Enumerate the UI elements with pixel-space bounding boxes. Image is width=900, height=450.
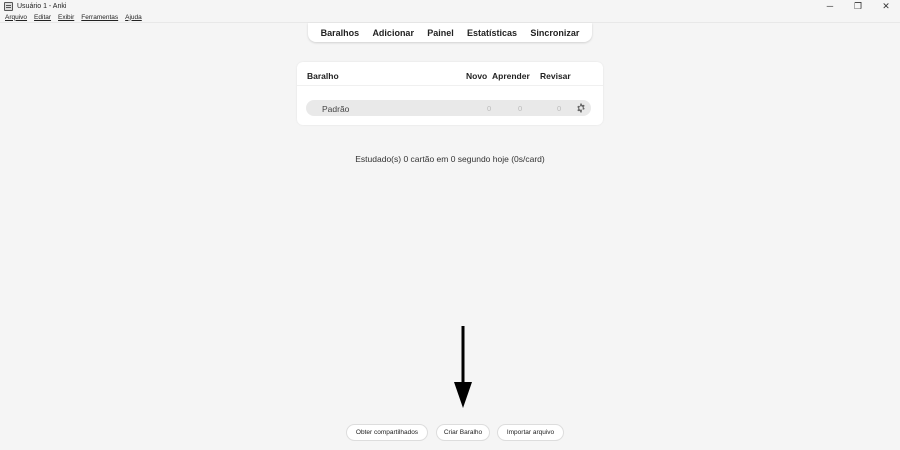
toolbar-add[interactable]: Adicionar [372, 28, 414, 38]
menu-ajuda[interactable]: Ajuda [125, 14, 142, 21]
get-shared-button[interactable]: Obter compartilhados [346, 424, 428, 441]
deck-list-header: Baralho Novo Aprender Revisar [297, 62, 603, 86]
menu-editar[interactable]: Editar [34, 14, 51, 21]
minimize-button[interactable]: ─ [816, 0, 844, 12]
menu-exibir[interactable]: Exibir [58, 14, 74, 21]
header-review: Revisar [540, 71, 571, 81]
menu-ferramentas[interactable]: Ferramentas [81, 14, 118, 21]
toolbar-sync[interactable]: Sincronizar [530, 28, 579, 38]
deck-learn-count: 0 [518, 104, 523, 113]
deck-name-link[interactable]: Padrão [322, 104, 349, 114]
gear-icon-glyph [577, 103, 585, 113]
header-learn: Aprender [492, 71, 530, 81]
menu-arquivo[interactable]: Arquivo [5, 14, 27, 21]
import-file-button[interactable]: Importar arquivo [497, 424, 564, 441]
menu-bar: Arquivo Editar Exibir Ferramentas Ajuda [0, 12, 900, 23]
study-stats-text: Estudado(s) 0 cartão em 0 segundo hoje (… [355, 154, 545, 164]
toolbar-decks[interactable]: Baralhos [321, 28, 360, 38]
maximize-button[interactable]: ❐ [844, 0, 872, 12]
deck-row[interactable]: Padrão 0 0 0 [306, 100, 591, 116]
deck-new-count: 0 [487, 104, 492, 113]
toolbar-browse[interactable]: Painel [427, 28, 454, 38]
toolbar-stats[interactable]: Estatísticas [467, 28, 517, 38]
header-deck: Baralho [307, 71, 339, 81]
gear-icon[interactable] [575, 102, 587, 114]
anki-app-icon [4, 1, 13, 11]
down-arrow-icon [454, 326, 472, 408]
create-deck-button[interactable]: Criar Baralho [436, 424, 490, 441]
main-toolbar: Baralhos Adicionar Painel Estatísticas S… [308, 23, 592, 42]
header-new: Novo [466, 71, 488, 81]
close-button[interactable]: ✕ [872, 0, 900, 12]
deck-review-count: 0 [557, 104, 562, 113]
deck-list-panel: Baralho Novo Aprender Revisar Padrão 0 0… [297, 62, 603, 125]
title-bar: Usuário 1 - Anki ─ ❐ ✕ [0, 0, 900, 12]
window-controls: ─ ❐ ✕ [816, 0, 900, 12]
window-title: Usuário 1 - Anki [17, 2, 67, 10]
